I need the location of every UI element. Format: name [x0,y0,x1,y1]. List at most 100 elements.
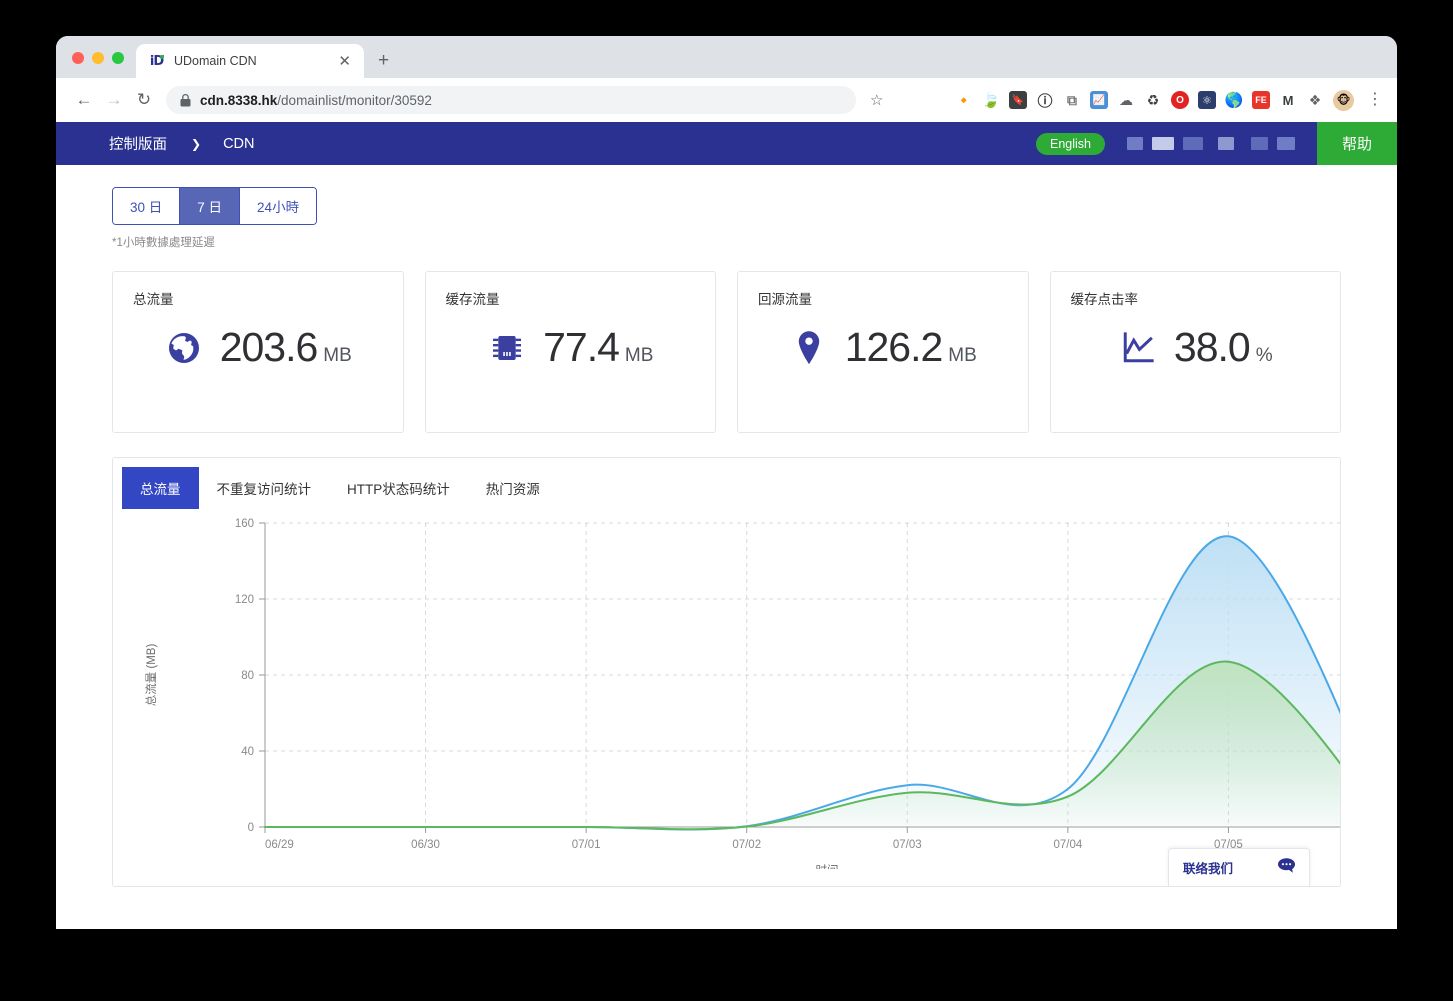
maximize-window-button[interactable] [112,52,124,64]
copy-extension-icon[interactable]: ⧉ [1063,91,1081,109]
y-axis-label: 总流量 (MB) [144,644,158,707]
svg-text:40: 40 [241,746,254,758]
stat-card-title: 总流量 [133,288,383,308]
browser-toolbar: ← → ↻ cdn.8338.hk/domainlist/monitor/305… [56,78,1397,122]
screen: iD UDomain CDN ✕ + ← → ↻ cdn.8338.hk/dom… [0,0,1453,1001]
svg-text:07/02: 07/02 [732,839,761,851]
markdown-extension-icon[interactable]: M [1279,91,1297,109]
address-bar[interactable]: cdn.8338.hk/domainlist/monitor/30592 [166,86,856,114]
stat-card-value-wrap: 38.0% [1174,324,1273,371]
traffic-area-chart: 0408012016006/2906/3007/0107/0207/0307/0… [113,509,1341,869]
lock-icon [180,94,191,107]
evernote-extension-icon[interactable]: 🍃 [982,91,1000,109]
info-extension-icon[interactable]: ⓘ [1036,91,1054,109]
svg-text:06/29: 06/29 [265,839,294,851]
chart-plot-area: 0408012016006/2906/3007/0107/0207/0307/0… [113,509,1340,869]
stat-card-title: 缓存流量 [446,288,696,308]
svg-text:07/03: 07/03 [893,839,922,851]
tab-http-status[interactable]: HTTP状态码统计 [329,467,468,509]
stat-card-body: 38.0% [1051,324,1341,371]
contact-us-widget[interactable]: 联络我们 [1168,848,1310,886]
svg-text:0: 0 [248,822,254,834]
tab-total-traffic[interactable]: 总流量 [122,467,199,509]
stat-card-title: 缓存点击率 [1071,288,1321,308]
close-window-button[interactable] [72,52,84,64]
analytics-extension-icon[interactable]: 📈 [1090,91,1108,109]
stat-card-value: 38.0 [1174,324,1250,370]
tab-title: UDomain CDN [174,54,326,68]
globe-icon [164,328,204,368]
back-icon[interactable]: ← [70,86,98,114]
stat-cards: 总流量 203.6MB [112,271,1341,433]
window-controls[interactable] [56,52,124,78]
svg-text:80: 80 [241,670,254,682]
breadcrumb-current[interactable]: CDN [223,136,254,152]
language-toggle-button[interactable]: English [1036,133,1105,155]
stat-card-total-traffic: 总流量 203.6MB [112,271,404,433]
browser-tab[interactable]: iD UDomain CDN ✕ [136,44,364,78]
x-axis-label: 时间 [816,864,839,869]
breadcrumb-home[interactable]: 控制版面 [109,133,167,154]
stat-card-cache-hit-rate: 缓存点击率 38.0% [1050,271,1342,433]
svg-text:06/30: 06/30 [411,839,440,851]
chrome-menu-icon[interactable]: ⋮ [1367,92,1383,108]
page-content: 30 日 7 日 24小時 *1小時數據處理延遲 总流量 [56,165,1397,887]
reload-icon[interactable]: ↻ [130,86,158,114]
cloud-extension-icon[interactable]: ☁ [1117,91,1135,109]
profile-avatar[interactable]: 🐵 [1333,90,1354,111]
header-actions: English 帮助 [1036,122,1397,165]
range-30d[interactable]: 30 日 [113,188,180,224]
stat-card-title: 回源流量 [758,288,1008,308]
stat-card-cache-traffic: 缓存流量 [425,271,717,433]
stat-card-origin-traffic: 回源流量 126.2MB [737,271,1029,433]
svg-text:07/01: 07/01 [572,839,601,851]
tab-popular-assets[interactable]: 热门资源 [468,467,558,509]
yandex-extension-icon[interactable]: 🔸 [955,91,973,109]
close-icon[interactable]: ✕ [335,52,354,71]
app-viewport: 控制版面 ❯ CDN English 帮助 [56,122,1397,929]
help-button[interactable]: 帮助 [1317,122,1397,165]
forward-icon[interactable]: → [100,86,128,114]
chevron-right-icon: ❯ [191,137,201,151]
fe-extension-icon[interactable]: FE [1252,91,1270,109]
puzzle-extension-icon[interactable]: ❖ [1306,91,1324,109]
time-range-group: 30 日 7 日 24小時 [112,187,317,225]
extensions-bar: 🔸 🍃 🔖 ⓘ ⧉ 📈 ☁ ♻ O ⚛ 🌎 FE M ❖ 🐵 ⋮ [955,90,1387,111]
tab-strip: iD UDomain CDN ✕ + [56,36,1397,78]
url-path: /domainlist/monitor/30592 [277,93,432,108]
recycle-extension-icon[interactable]: ♻ [1144,91,1162,109]
memory-chip-icon [487,328,527,368]
stat-card-unit: % [1256,345,1273,366]
stat-card-value-wrap: 126.2MB [845,324,977,371]
url-text: cdn.8338.hk/domainlist/monitor/30592 [200,93,432,108]
chart-panel: 总流量 不重复访问统计 HTTP状态码统计 热门资源 0408012016006… [112,457,1341,887]
bookmark-star-icon[interactable]: ☆ [870,91,883,109]
stat-card-value-wrap: 77.4 MB [543,324,653,371]
line-chart-icon [1118,328,1158,368]
globe-extension-icon[interactable]: 🌎 [1225,91,1243,109]
minimize-window-button[interactable] [92,52,104,64]
stat-card-unit: MB [323,345,352,366]
stat-card-body: 126.2MB [738,324,1028,371]
stat-card-value: 126.2 [845,324,943,370]
new-tab-button[interactable]: + [378,51,389,70]
range-24h[interactable]: 24小時 [240,188,316,224]
stat-card-value: 77.4 [543,324,619,370]
svg-text:120: 120 [235,594,254,606]
react-extension-icon[interactable]: ⚛ [1198,91,1216,109]
stat-card-unit: MB [625,345,654,366]
udomain-favicon: iD [148,53,165,70]
tab-unique-visits[interactable]: 不重复访问统计 [199,467,330,509]
map-pin-icon [789,328,829,368]
url-host: cdn.8338.hk [200,93,277,108]
profile-glyph: 🐵 [1337,93,1351,107]
stat-card-unit: MB [948,345,977,366]
stat-card-body: 77.4 MB [426,324,716,371]
chart-tab-bar: 总流量 不重复访问统计 HTTP状态码统计 热门资源 [113,458,1340,509]
redacted-account-info [1127,137,1295,150]
browser-window: iD UDomain CDN ✕ + ← → ↻ cdn.8338.hk/dom… [56,36,1397,929]
opera-extension-icon[interactable]: O [1171,91,1189,109]
range-7d[interactable]: 7 日 [180,188,240,224]
chat-bubble-icon [1278,858,1295,877]
bookmark-extension-icon[interactable]: 🔖 [1009,91,1027,109]
